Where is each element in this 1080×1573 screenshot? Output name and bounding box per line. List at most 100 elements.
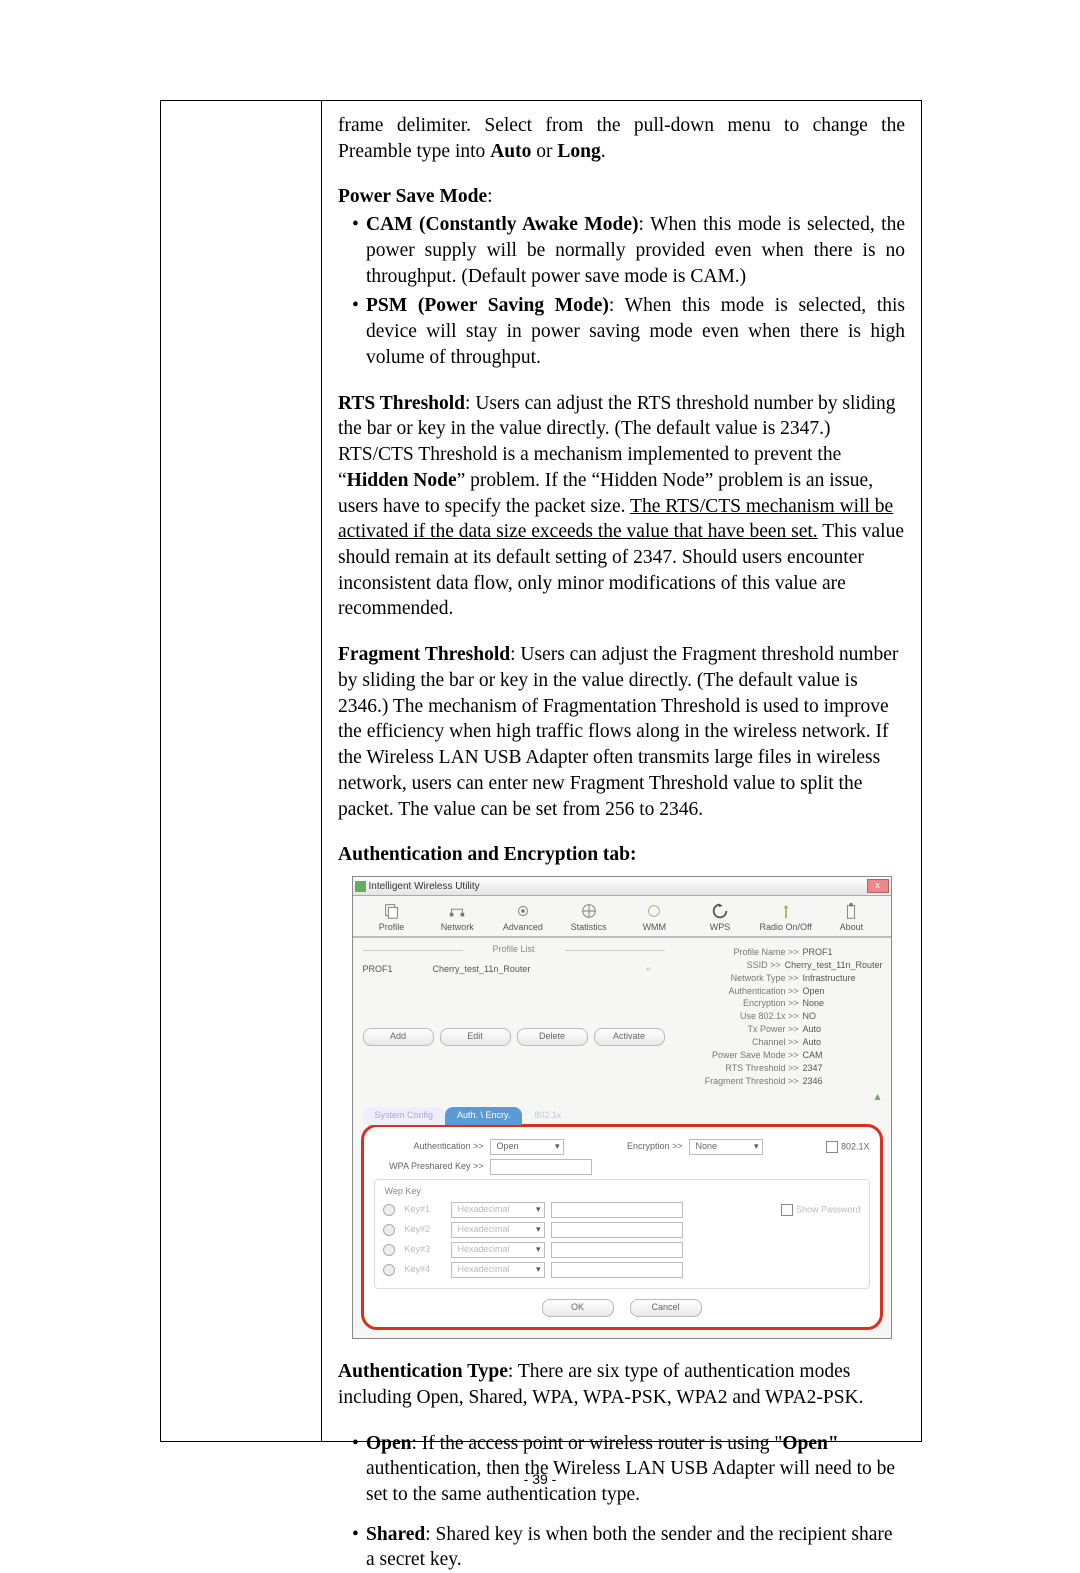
detail-key: Network Type >> [731, 973, 799, 985]
detail-value: Auto [803, 1037, 883, 1049]
authentication-select[interactable]: Open [490, 1139, 564, 1155]
profile-list-heading: Profile List [363, 944, 665, 956]
wep-key-input[interactable] [551, 1262, 683, 1278]
tab-advanced[interactable]: Advanced [494, 902, 552, 934]
wpa-psk-input[interactable] [490, 1159, 592, 1175]
tab-label: Network [441, 922, 474, 934]
detail-value: None [803, 998, 883, 1010]
tab-8021x[interactable]: 802.1x [522, 1107, 573, 1125]
wep-format-select[interactable]: Hexadecimal [451, 1222, 545, 1238]
profile-details: Profile Name >>PROF1SSID >>Cherry_test_1… [669, 938, 891, 1089]
wep-format-select[interactable]: Hexadecimal [451, 1262, 545, 1278]
tab-label: About [840, 922, 864, 934]
tab-profile[interactable]: Profile [363, 902, 421, 934]
heading: Power Save Mode [338, 186, 487, 207]
delete-button[interactable]: Delete [517, 1028, 588, 1046]
bold: CAM (Constantly Awake Mode) [366, 214, 639, 235]
detail-key: Fragment Threshold >> [705, 1076, 799, 1088]
tab-radio[interactable]: Radio On/Off [757, 902, 815, 934]
profile-list-column: Profile List PROF1 Cherry_test_11n_Route… [353, 938, 669, 1089]
checkbox-icon [826, 1141, 838, 1153]
bold-long: Long [557, 141, 600, 162]
tab-label: Profile [379, 922, 405, 934]
select-value: Open [497, 1141, 519, 1151]
sub-tabbar: System Config Auth. \ Encry. 802.1x [353, 1106, 891, 1124]
tab-network[interactable]: Network [428, 902, 486, 934]
tab-about[interactable]: About [822, 902, 880, 934]
detail-row: RTS Threshold >>2347 [673, 1063, 883, 1075]
bold: PSM (Power Saving Mode) [366, 295, 609, 316]
detail-row: Authentication >>Open [673, 986, 883, 998]
detail-key: Power Save Mode >> [712, 1050, 799, 1062]
checkbox-icon [781, 1204, 793, 1216]
select-value: None [696, 1141, 718, 1151]
wep-key-label: Key#3 [405, 1244, 445, 1256]
detail-row: Encryption >> None [673, 998, 883, 1010]
cancel-button[interactable]: Cancel [630, 1299, 702, 1317]
detail-row: Use 802.1x >>NO [673, 1011, 883, 1023]
window-buttons: x [867, 879, 889, 893]
page-number: - 39 - [0, 1471, 1080, 1487]
tab-label: Radio On/Off [760, 922, 812, 934]
encryption-select[interactable]: None [689, 1139, 763, 1155]
activate-button[interactable]: Activate [594, 1028, 665, 1046]
8021x-checkbox[interactable]: 802.1X [826, 1141, 870, 1153]
detail-key: Encryption >> [743, 998, 799, 1010]
profile-panel: Profile List PROF1 Cherry_test_11n_Route… [353, 938, 891, 1089]
bold: Open" [782, 1433, 838, 1454]
profile-row[interactable]: PROF1 Cherry_test_11n_Router ⚬ [363, 962, 665, 978]
detail-key: Channel >> [752, 1037, 799, 1049]
auth-row: Authentication >> Open Encryption >> Non… [374, 1139, 870, 1155]
detail-key: Use 802.1x >> [740, 1011, 799, 1023]
label: WPA Preshared Key >> [374, 1161, 484, 1173]
tab-wps[interactable]: WPS [691, 902, 749, 934]
wep-key-label: Key#1 [405, 1204, 445, 1216]
titlebar: Intelligent Wireless Utility x [353, 877, 891, 896]
wep-key-row: Key#2Hexadecimal [383, 1222, 861, 1238]
tab-label: WMM [643, 922, 667, 934]
show-password-checkbox[interactable]: Show Password [781, 1204, 861, 1216]
tab-system-config[interactable]: System Config [363, 1107, 446, 1125]
detail-value: Auto [803, 1024, 883, 1036]
edit-button[interactable]: Edit [440, 1028, 511, 1046]
collapse-arrow-icon[interactable]: ▴ [353, 1089, 891, 1107]
label: Show Password [796, 1204, 861, 1214]
add-button[interactable]: Add [363, 1028, 434, 1046]
gear-icon [513, 902, 533, 920]
profile-icon [382, 902, 402, 920]
auth-encryption-heading: Authentication and Encryption tab: [338, 842, 905, 868]
detail-value: Cherry_test_11n_Router [785, 960, 883, 972]
close-icon[interactable]: x [867, 879, 889, 893]
tab-wmm[interactable]: WMM [625, 902, 683, 934]
wep-key-row: Key#1 Hexadecimal Show Password [383, 1202, 861, 1218]
wep-key-row: Key#3 Hexadecimal [383, 1242, 861, 1258]
bold-auto: Auto [490, 141, 531, 162]
wep-key-input[interactable] [551, 1222, 683, 1238]
wep-key-input[interactable] [551, 1202, 683, 1218]
detail-row: Profile Name >>PROF1 [673, 947, 883, 959]
radio-icon[interactable] [383, 1224, 395, 1236]
paragraph-rts: RTS Threshold: Users can adjust the RTS … [338, 391, 905, 623]
wep-format-select[interactable]: Hexadecimal [451, 1242, 545, 1258]
wep-format-select[interactable]: Hexadecimal [451, 1202, 545, 1218]
radio-icon[interactable] [383, 1264, 395, 1276]
tab-label: WPS [710, 922, 731, 934]
text: or [531, 141, 557, 162]
text: : Shared key is when both the sender and… [366, 1524, 893, 1571]
wep-key-input[interactable] [551, 1242, 683, 1258]
radio-icon[interactable] [383, 1244, 395, 1256]
paragraph-fragment: Fragment Threshold: Users can adjust the… [338, 642, 905, 822]
label: 802.1X [841, 1141, 870, 1151]
paragraph-preamble: frame delimiter. Select from the pull-do… [338, 113, 905, 164]
detail-key: Profile Name >> [733, 947, 798, 959]
tab-auth-encry[interactable]: Auth. \ Encry. [445, 1107, 522, 1125]
ok-button[interactable]: OK [542, 1299, 614, 1317]
window-title: Intelligent Wireless Utility [355, 880, 480, 893]
detail-row: Power Save Mode >>CAM [673, 1050, 883, 1062]
tab-statistics[interactable]: Statistics [560, 902, 618, 934]
auth-types-list-2: Shared: Shared key is when both the send… [338, 1522, 905, 1573]
list-item: PSM (Power Saving Mode): When this mode … [352, 293, 905, 370]
info-icon [841, 902, 861, 920]
list-item: CAM (Constantly Awake Mode): When this m… [352, 212, 905, 289]
radio-icon[interactable] [383, 1204, 395, 1216]
